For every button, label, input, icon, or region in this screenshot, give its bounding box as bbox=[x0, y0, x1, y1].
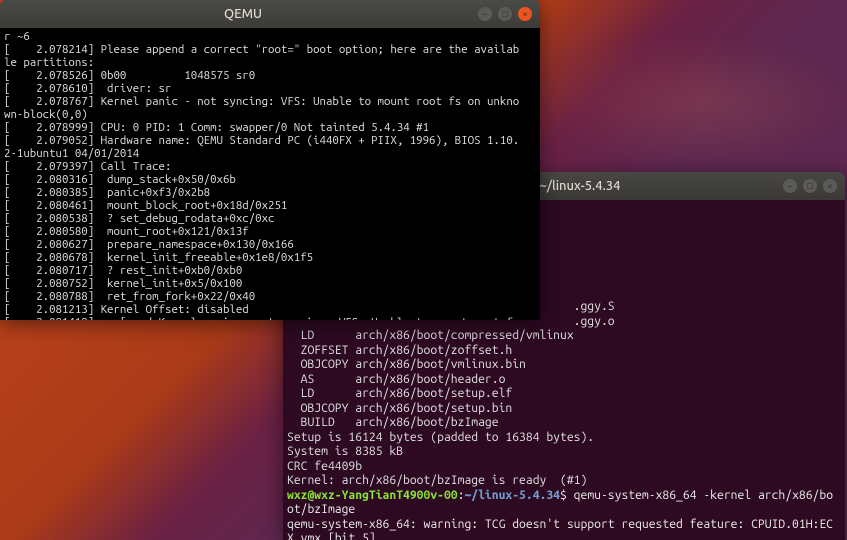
build-output: .ggy.S .ggy.o LD arch/x86/boot/compresse… bbox=[287, 300, 615, 487]
close-icon[interactable]: × bbox=[823, 179, 837, 193]
command-wrap: ot/bzImage bbox=[287, 503, 355, 516]
close-icon[interactable]: × bbox=[518, 7, 532, 21]
terminal-window-controls: – □ × bbox=[783, 179, 837, 193]
command-text: qemu-system-x86_64 -kernel arch/x86/bo bbox=[574, 489, 833, 502]
qemu-title: QEMU bbox=[8, 7, 478, 21]
qemu-window-controls: – □ × bbox=[478, 7, 532, 21]
qemu-console-output: r ~6 [ 2.078214] Please append a correct… bbox=[0, 28, 540, 320]
minimize-icon[interactable]: – bbox=[783, 179, 797, 193]
maximize-icon[interactable]: □ bbox=[498, 7, 512, 21]
prompt-user: wxz@wxz-YangTianT4900v-00 bbox=[287, 489, 458, 502]
warning-wrap: X.vmx [bit 5] bbox=[287, 532, 376, 540]
maximize-icon[interactable]: □ bbox=[803, 179, 817, 193]
prompt-dollar: $ bbox=[560, 489, 574, 502]
warning-text: qemu-system-x86_64: warning: TCG doesn't… bbox=[287, 518, 833, 531]
prompt-path: ~/linux-5.4.34 bbox=[464, 489, 560, 502]
minimize-icon[interactable]: – bbox=[478, 7, 492, 21]
qemu-window[interactable]: QEMU – □ × r ~6 [ 2.078214] Please appen… bbox=[0, 0, 540, 320]
qemu-titlebar[interactable]: QEMU – □ × bbox=[0, 0, 540, 28]
